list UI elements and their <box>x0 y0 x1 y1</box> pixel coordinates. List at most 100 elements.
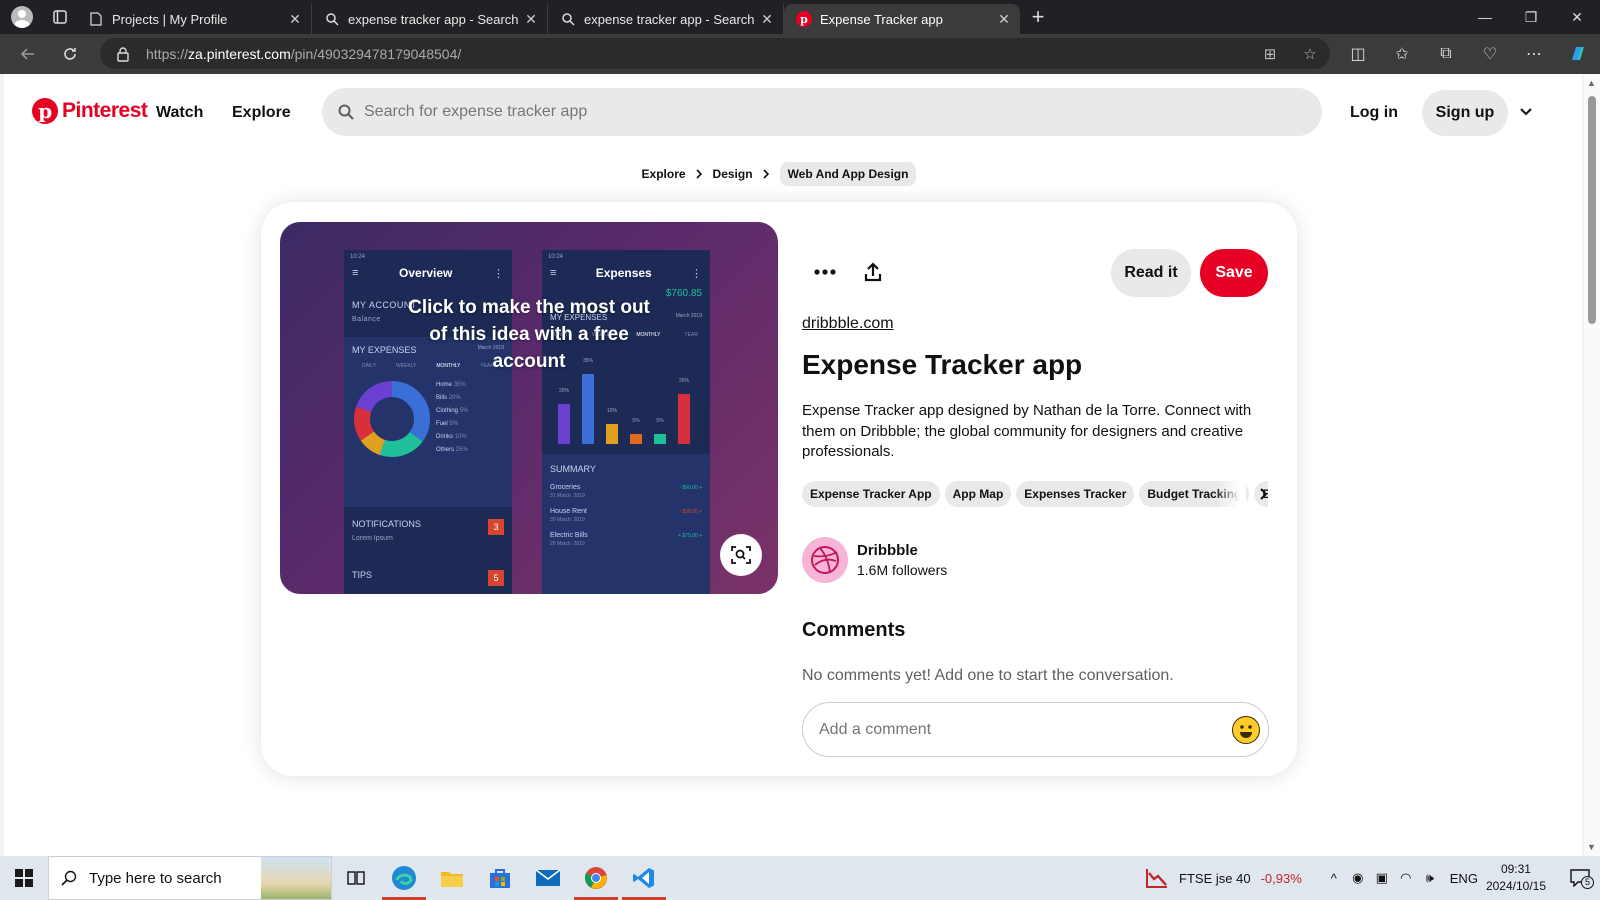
summary-item: Groceries 31 March, 2019 - $90.00 + <box>550 484 702 499</box>
document-icon <box>88 11 104 27</box>
close-tab-icon[interactable]: ✕ <box>759 11 775 28</box>
browser-toolbar: ◫ ✩ ⧉ ♡ ⋯ <box>1336 34 1600 74</box>
read-it-button[interactable]: Read it <box>1111 249 1191 297</box>
mail-icon[interactable] <box>524 856 572 900</box>
display-icon[interactable]: ▣ <box>1370 870 1394 886</box>
chevron-right-icon[interactable] <box>1253 484 1273 504</box>
expense-bar-label: 25% <box>679 378 690 384</box>
creator-name[interactable]: Dribbble <box>857 542 918 559</box>
close-tab-icon[interactable]: ✕ <box>523 11 539 28</box>
tab-search[interactable]: expense tracker app - Search ✕ <box>312 4 548 34</box>
url-host: za.pinterest.com <box>188 45 291 62</box>
favorite-star-icon[interactable]: ☆ <box>1290 45 1330 63</box>
tab-projects-profile[interactable]: Projects | My Profile ✕ <box>76 4 312 34</box>
url-scheme: https:// <box>146 45 189 62</box>
camera-icon[interactable]: ◉ <box>1346 870 1370 886</box>
comment-box[interactable] <box>802 702 1269 757</box>
breadcrumb-explore[interactable]: Explore <box>642 167 686 181</box>
close-tab-icon[interactable]: ✕ <box>287 11 303 28</box>
chevron-up-icon[interactable]: ^ <box>1322 871 1346 886</box>
copilot-icon[interactable] <box>1556 34 1600 74</box>
scroll-up-arrow-icon[interactable]: ▲ <box>1587 78 1596 88</box>
signup-button[interactable]: Sign up <box>1422 90 1508 136</box>
summary-list: Groceries 31 March, 2019 - $90.00 + House… <box>550 484 702 548</box>
search-highlight-image <box>261 857 331 899</box>
back-button[interactable] <box>8 34 48 74</box>
tab-actions-button[interactable] <box>44 0 76 34</box>
tag-chip[interactable]: Expenses Tracker <box>1016 481 1135 507</box>
minimize-button[interactable]: — <box>1462 0 1508 34</box>
comment-input[interactable] <box>819 720 1219 739</box>
file-explorer-icon[interactable] <box>428 856 476 900</box>
page-scrollbar[interactable]: ▲ ▼ <box>1584 74 1600 856</box>
address-bar[interactable]: https://za.pinterest.com/pin/49032947817… <box>100 38 1330 69</box>
close-window-button[interactable]: ✕ <box>1554 0 1600 34</box>
legend-item: Drinks 10% <box>436 434 467 440</box>
tab-search-images[interactable]: expense tracker app - Search Ima ✕ <box>548 4 784 34</box>
nav-watch[interactable]: Watch <box>156 104 203 122</box>
profile-button[interactable] <box>0 0 44 34</box>
pinterest-logo[interactable]: p Pinterest <box>32 98 148 124</box>
taskbar-search[interactable]: Type here to search <box>48 856 332 900</box>
taskbar-search-text: Type here to search <box>89 869 222 887</box>
emoji-icon[interactable] <box>1232 716 1260 744</box>
legend-item: Bills 20% <box>436 395 461 401</box>
browser-essentials-icon[interactable]: ♡ <box>1468 34 1512 74</box>
stock-widget[interactable]: FTSE jse 40 -0,93% <box>1145 867 1302 889</box>
search-bar[interactable] <box>322 88 1322 136</box>
breadcrumb-web-app-design[interactable]: Web And App Design <box>779 162 917 186</box>
vscode-icon[interactable] <box>620 856 668 900</box>
edge-icon[interactable] <box>380 856 428 900</box>
share-button[interactable] <box>851 250 895 294</box>
visual-search-button[interactable] <box>720 534 762 576</box>
signup-overlay-text[interactable]: Click to make the most out of this idea … <box>400 294 658 375</box>
breadcrumb-design[interactable]: Design <box>713 167 753 181</box>
summary-item: House Rent 30 March, 2019 - $96.00 + <box>550 508 702 523</box>
favorites-icon[interactable]: ✩ <box>1380 34 1424 74</box>
tag-chip[interactable]: App Map <box>944 481 1012 507</box>
refresh-button[interactable] <box>50 34 90 74</box>
scrollbar-thumb[interactable] <box>1588 96 1596 324</box>
nav-explore[interactable]: Explore <box>232 104 291 122</box>
refresh-icon <box>64 48 76 60</box>
pin-image[interactable]: 10:24 ≡ Overview ⋮ MY ACCOUNT Balance MY… <box>280 222 778 594</box>
tag-chip[interactable]: Expense Tracker App <box>802 481 940 507</box>
logo-text: Pinterest <box>62 99 148 122</box>
scroll-down-arrow-icon[interactable]: ▼ <box>1587 842 1596 852</box>
lock-icon[interactable] <box>116 46 134 62</box>
split-screen-icon[interactable]: ◫ <box>1336 34 1380 74</box>
creator-avatar[interactable] <box>802 537 848 583</box>
breadcrumb: Explore Design Web And App Design <box>4 162 1554 186</box>
legend-item: Others 25% <box>436 447 468 453</box>
app-available-icon[interactable]: ⊞ <box>1250 45 1290 63</box>
source-link[interactable]: dribbble.com <box>802 315 894 333</box>
date-label: March 2019 <box>675 313 702 319</box>
store-icon[interactable] <box>476 856 524 900</box>
chevron-down-icon[interactable] <box>1516 102 1536 122</box>
volume-icon[interactable]: 🕪 <box>1418 870 1442 886</box>
save-button[interactable]: Save <box>1200 249 1268 297</box>
chrome-icon[interactable] <box>572 856 620 900</box>
notification-center-icon[interactable]: 5 <box>1560 869 1600 889</box>
close-tab-icon[interactable]: ✕ <box>996 11 1012 28</box>
clock[interactable]: 09:31 2024/10/15 <box>1486 861 1546 895</box>
start-button[interactable] <box>0 856 48 900</box>
task-view-icon[interactable] <box>332 856 380 900</box>
language-indicator[interactable]: ENG <box>1450 871 1478 886</box>
expense-bar-label: 5% <box>656 418 664 424</box>
expense-bar-label: 10% <box>607 408 618 414</box>
svg-text:p: p <box>800 13 808 26</box>
more-options-button[interactable] <box>803 250 847 294</box>
tab-expense-tracker[interactable]: p Expense Tracker app ✕ <box>784 4 1020 34</box>
search-input[interactable] <box>364 103 1264 121</box>
new-tab-button[interactable]: + <box>1020 0 1056 34</box>
donut-chart <box>354 381 430 457</box>
login-button[interactable]: Log in <box>1350 104 1398 122</box>
wifi-icon[interactable]: ◠ <box>1394 870 1418 886</box>
tips-count-badge: 5 <box>488 570 504 586</box>
collections-icon[interactable]: ⧉ <box>1424 34 1468 74</box>
tab-actions-icon <box>53 10 67 24</box>
search-icon <box>61 870 77 886</box>
more-options-icon[interactable]: ⋯ <box>1512 34 1556 74</box>
restore-button[interactable]: ❐ <box>1508 0 1554 34</box>
